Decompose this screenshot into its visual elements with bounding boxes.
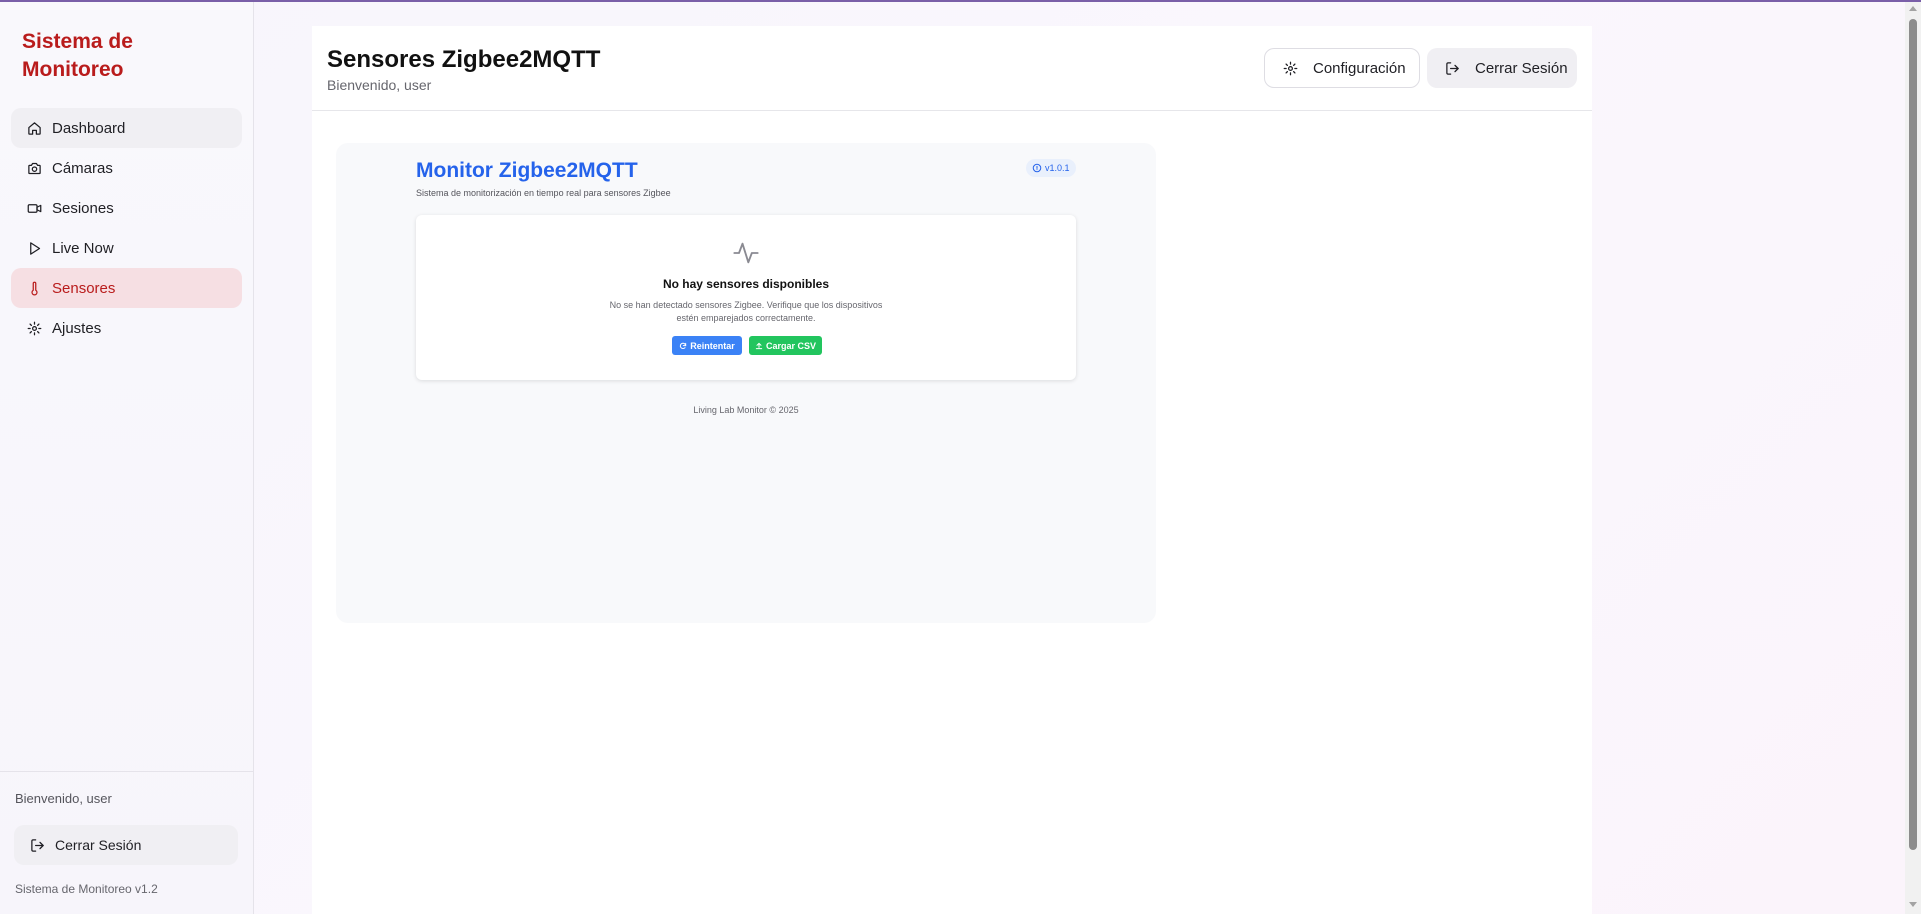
- sidebar-logout-button[interactable]: Cerrar Sesión: [14, 825, 238, 865]
- play-icon: [27, 241, 42, 256]
- upload-csv-label: Cargar CSV: [765, 340, 817, 351]
- activity-icon: [733, 242, 759, 264]
- page-title: Sensores Zigbee2MQTT: [327, 46, 601, 73]
- camera-icon: [27, 161, 42, 176]
- logout-icon: [1446, 61, 1459, 75]
- sidebar-item-dashboard[interactable]: Dashboard: [11, 108, 242, 148]
- version-badge: v1.0.1: [1026, 159, 1076, 177]
- info-icon: [1032, 163, 1042, 173]
- retry-button[interactable]: Reintentar: [672, 336, 742, 355]
- monitor-title: Monitor Zigbee2MQTT: [416, 159, 638, 182]
- scroll-up-arrow-icon[interactable]: [1909, 6, 1917, 11]
- sidebar-item-label: Sensores: [52, 279, 116, 297]
- thermometer-icon: [27, 281, 42, 296]
- sidebar-logout-label: Cerrar Sesión: [55, 837, 142, 853]
- window-top-border: [0, 0, 1921, 2]
- sidebar-item-label: Ajustes: [52, 319, 102, 337]
- scroll-down-arrow-icon[interactable]: [1909, 902, 1917, 907]
- monitor-panel: Monitor Zigbee2MQTT Sistema de monitoriz…: [336, 143, 1156, 623]
- page-subtitle: Bienvenido, user: [327, 77, 432, 93]
- sidebar-divider: [0, 771, 254, 772]
- empty-state-title: No hay sensores disponibles: [662, 277, 830, 291]
- scroll-thumb[interactable]: [1909, 19, 1917, 850]
- sidebar-item-camaras[interactable]: Cámaras: [11, 148, 242, 188]
- sidebar-item-label: Cámaras: [52, 159, 113, 177]
- header-logout-button[interactable]: Cerrar Sesión: [1427, 48, 1577, 88]
- header-logout-label: Cerrar Sesión: [1475, 59, 1568, 77]
- sidebar-item-live-now[interactable]: Live Now: [11, 228, 242, 268]
- logout-icon: [31, 838, 44, 852]
- upload-csv-button[interactable]: Cargar CSV: [749, 336, 822, 355]
- sidebar: Sistema de Monitoreo Dashboard Cámaras S…: [0, 2, 254, 914]
- sidebar-item-label: Dashboard: [52, 119, 126, 137]
- sidebar-item-sensores[interactable]: Sensores: [11, 268, 242, 308]
- configuration-label: Configuración: [1313, 59, 1406, 77]
- sidebar-item-label: Live Now: [52, 239, 114, 257]
- page-header: Sensores Zigbee2MQTT Bienvenido, user Co…: [312, 26, 1592, 111]
- empty-state-card: No hay sensores disponibles No se han de…: [416, 215, 1076, 380]
- monitor-subtitle: Sistema de monitorización en tiempo real…: [416, 188, 671, 198]
- sidebar-welcome-text: Bienvenido, user: [15, 791, 112, 806]
- gear-icon: [1283, 61, 1298, 75]
- main-panel: Sensores Zigbee2MQTT Bienvenido, user Co…: [312, 26, 1592, 914]
- refresh-icon: [680, 342, 687, 349]
- upload-icon: [755, 342, 763, 349]
- sidebar-version: Sistema de Monitoreo v1.2: [15, 882, 158, 896]
- sidebar-item-ajustes[interactable]: Ajustes: [11, 308, 242, 348]
- sidebar-item-label: Sesiones: [52, 199, 114, 217]
- monitor-footer: Living Lab Monitor © 2025: [693, 405, 799, 415]
- configuration-button[interactable]: Configuración: [1264, 48, 1420, 88]
- page-scrollbar[interactable]: [1905, 2, 1921, 914]
- retry-label: Reintentar: [690, 340, 735, 351]
- empty-state-description: No se han detectado sensores Zigbee. Ver…: [609, 300, 883, 323]
- brand-title: Sistema de Monitoreo: [22, 30, 133, 81]
- sidebar-item-sesiones[interactable]: Sesiones: [11, 188, 242, 228]
- home-icon: [27, 121, 42, 136]
- video-icon: [27, 201, 42, 216]
- gear-icon: [27, 321, 42, 336]
- version-label: v1.0.1: [1045, 163, 1070, 173]
